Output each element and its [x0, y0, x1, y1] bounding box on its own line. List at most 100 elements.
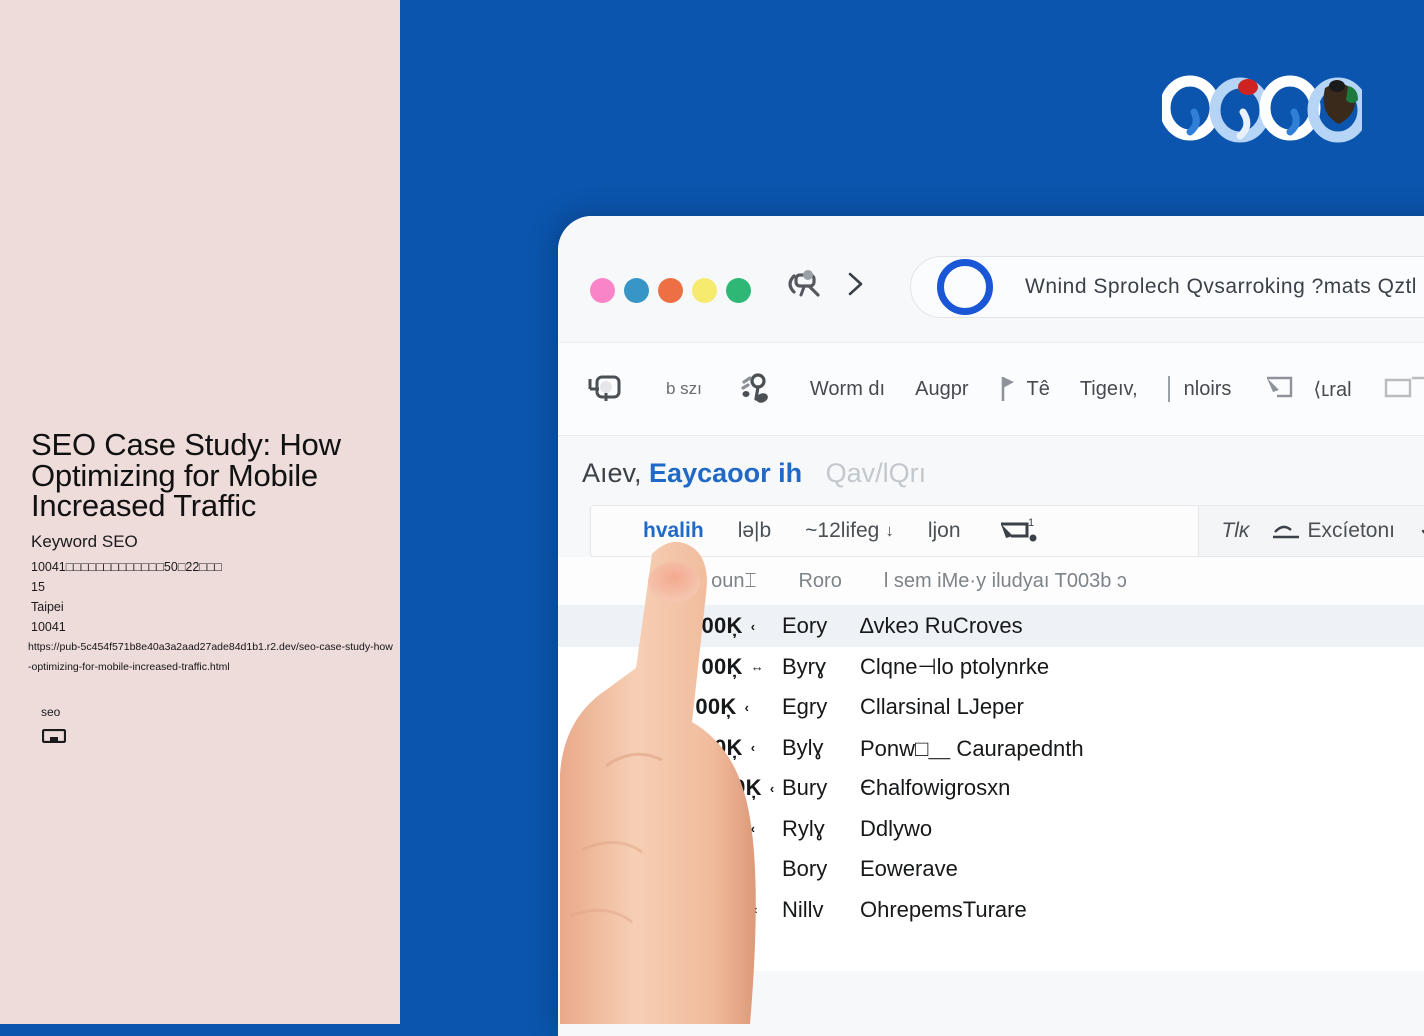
traffic-light-yellow[interactable]	[692, 278, 717, 303]
cell-roro: Bylɣ	[782, 734, 824, 760]
flag-icon	[1002, 377, 1015, 401]
toolbar-item-flag[interactable]: Tê	[998, 371, 1050, 407]
toolbar-item-augpr[interactable]: Augpr	[915, 378, 968, 401]
cell-volume: 32 00Ķ ‹	[670, 856, 782, 882]
toolbar-label-flag: Tê	[1026, 377, 1050, 400]
cell-volume: 68 00Ķ ‹	[670, 613, 782, 639]
table-row[interactable]: 68 00Ķ ‹ Eory ∆vkeɔ RuCroves	[558, 606, 1424, 647]
filter-chip-ljon[interactable]: ljon	[928, 519, 961, 543]
toolbar-item-tiger[interactable]: Tigeıv,	[1080, 378, 1138, 401]
table-row[interactable]: Ơ32 00Ķ ‹ Bury Єhalfowigrosxn	[558, 768, 1424, 809]
chevron-down-icon: ↓	[885, 521, 894, 540]
cell-keyword[interactable]: Cllarsinal LJeper	[860, 694, 1024, 720]
cell-roro: Byrɣ	[782, 653, 827, 679]
filter-chip-12lifeg[interactable]: ~12lifeg ↓	[805, 519, 894, 543]
cell-roro: Rylɣ	[782, 815, 825, 841]
keyword-label: Keyword SEO	[31, 532, 138, 551]
toolbar-item-bsz[interactable]: b szı	[666, 379, 702, 399]
address-bar-text[interactable]: Wnind Sprolech Qvsarroking ?mats Qztl ··	[1025, 275, 1424, 299]
table-row[interactable]: 80 00Ķ ‹ Bylɣ Ponw□⸏ Caurapednth	[558, 728, 1424, 769]
toolbar-label-klral: ⟨ʟral	[1313, 378, 1352, 401]
column-header-volume[interactable]: Hlry oun⌶	[670, 570, 756, 593]
cell-volume-value: 17 00Ķ	[670, 815, 743, 841]
cell-keyword[interactable]: Ponw□⸏ Caurapednth	[860, 733, 1084, 763]
cell-volume-value: S0 00Ķ	[670, 896, 746, 922]
browser-chrome-bar: Wnind Sprolech Qvsarroking ?mats Qztl ··	[558, 216, 1424, 342]
cell-keyword[interactable]: ∆vkeɔ RuCroves	[860, 613, 1023, 639]
trend-arrow-icon: ‹	[769, 780, 775, 796]
keyword-results-table: 68 00Ķ ‹ Eory ∆vkeɔ RuCroves 13 00Ķ ↔ Byrɣ Clqn…	[558, 606, 1424, 971]
cell-keyword[interactable]: Єhalfowigrosxn	[860, 775, 1010, 801]
table-row[interactable]: 17 00Ķ ‹ Rylɣ Ddlywo	[558, 809, 1424, 850]
cell-roro: Nillᴠ	[782, 896, 824, 922]
page-title: SEO Case Study: How Optimizing for Mobil…	[31, 427, 341, 523]
toolbar-label-nloirs: nloirs	[1183, 377, 1232, 400]
filter-chip-excieton[interactable]: Excíetonı	[1271, 519, 1395, 543]
toolbar-label-augpr: Augpr	[915, 377, 969, 400]
cell-roro: Bory	[782, 856, 828, 882]
trend-arrow-icon: ‹	[750, 618, 756, 634]
heading-prefix: Aıev,	[582, 458, 642, 488]
toolbar-item-window[interactable]	[1382, 370, 1424, 408]
filter-chip-12lifeg-label: ~12lifeg	[805, 519, 880, 542]
traffic-light-orange[interactable]	[658, 278, 683, 303]
filter-chip-hvalih[interactable]: hvalih	[643, 519, 704, 543]
table-row[interactable]: 13 00Ķ ↔ Byrɣ Clqne⊣lo ptolynrke	[558, 647, 1424, 688]
trend-arrow-icon: ‹	[744, 699, 750, 715]
cell-volume-value: 13 00Ķ	[670, 653, 743, 679]
cursor-icon	[1267, 376, 1293, 398]
cell-keyword[interactable]: Eowerave	[860, 856, 958, 882]
cell-roro: Egry	[782, 694, 828, 720]
page-heading: Aıev, Eaycaoor ih Qav/lQrı	[558, 436, 1424, 499]
trend-arrow-icon: ‹	[750, 821, 756, 837]
cell-volume: 80 00Ķ ‹	[670, 735, 782, 761]
filter-chip-tlk[interactable]: Tlĸ	[1221, 519, 1249, 543]
toolbar-item-nloirs[interactable]: nloirs	[1167, 376, 1232, 402]
heading-highlight: Eaycaoor ih	[649, 458, 803, 488]
toolbar-item-klral[interactable]: ⟨ʟral	[1261, 370, 1352, 408]
analytics-icon	[741, 373, 768, 403]
source-url[interactable]: https://pub-5c454f571b8e40a3a2aad27ade84…	[28, 637, 394, 677]
cell-volume: 13 00Ķ ↔	[670, 654, 782, 680]
trend-arrow-icon: ‹	[750, 861, 756, 877]
filter-bar-right-group: Tlĸ Excíetonı	[1198, 506, 1424, 556]
cursor-count-icon[interactable]: 1	[995, 514, 1043, 548]
meta-block: Keyword SEO 10041□□□□□□□□□□□□□50□22□□□ 1…	[31, 531, 391, 637]
left-info-panel: SEO Case Study: How Optimizing for Mobil…	[0, 0, 400, 1024]
chevron-right-icon[interactable]	[840, 264, 870, 304]
download-icon[interactable]	[1417, 518, 1424, 544]
filter-chip-excieton-label: Excíetonı	[1307, 519, 1395, 542]
traffic-lights[interactable]	[590, 278, 751, 303]
traffic-light-green[interactable]	[726, 278, 751, 303]
toolbar-label-bsz: b szı	[666, 379, 702, 398]
traffic-light-blue[interactable]	[624, 278, 649, 303]
browser-window: Wnind Sprolech Qvsarroking ?mats Qztl ··…	[558, 216, 1424, 1036]
toolbar-item-worm[interactable]: Worm dı	[810, 378, 885, 401]
cell-keyword[interactable]: OhrepemsTurare	[860, 897, 1027, 923]
column-header-roro[interactable]: Roro	[798, 570, 841, 593]
cell-volume-value: 80 00Ķ	[670, 734, 743, 760]
table-row[interactable]: 8I 00Ķ ‹ Egry Cllarsinal LJeper	[558, 687, 1424, 728]
toolbar-item-dashboard[interactable]	[582, 369, 636, 409]
cell-volume: 17 00Ķ ‹	[670, 816, 782, 842]
cell-volume: Ơ32 00Ķ ‹	[670, 775, 782, 801]
cell-keyword[interactable]: Ddlywo	[860, 816, 932, 842]
traffic-light-pink[interactable]	[590, 278, 615, 303]
toolbar-label-tiger: Tigeıv,	[1079, 377, 1138, 400]
window-icon	[1384, 376, 1424, 398]
toolbar-item-analytics[interactable]	[732, 369, 780, 409]
column-header-keyword[interactable]: l sem iMe·y iludyaı T003b ɔ	[884, 570, 1127, 593]
back-arrow-icon[interactable]	[780, 264, 828, 304]
table-row[interactable]: S0 00Ķ ‹ Nillᴠ OhrepemsTurare	[558, 890, 1424, 931]
cell-keyword[interactable]: Clqne⊣lo ptolynrke	[860, 654, 1049, 680]
table-row[interactable]: 8Ɨ 00Ķ ‹	[558, 930, 1424, 971]
cell-volume-value: Ơ32 00Ķ	[670, 775, 762, 801]
trend-arrow-icon: ‹	[753, 902, 758, 918]
address-bar[interactable]: Wnind Sprolech Qvsarroking ?mats Qztl ··	[910, 256, 1424, 318]
filter-chip-leb[interactable]: lə|b	[738, 519, 771, 543]
brand-logo	[1162, 75, 1362, 143]
table-row[interactable]: 32 00Ķ ‹ Bory Eowerave	[558, 849, 1424, 890]
card-icon	[42, 729, 66, 743]
underline-icon	[1273, 525, 1300, 539]
table-column-headers: Hlry oun⌶ Roro l sem iMe·y iludyaı T003b…	[558, 557, 1424, 606]
